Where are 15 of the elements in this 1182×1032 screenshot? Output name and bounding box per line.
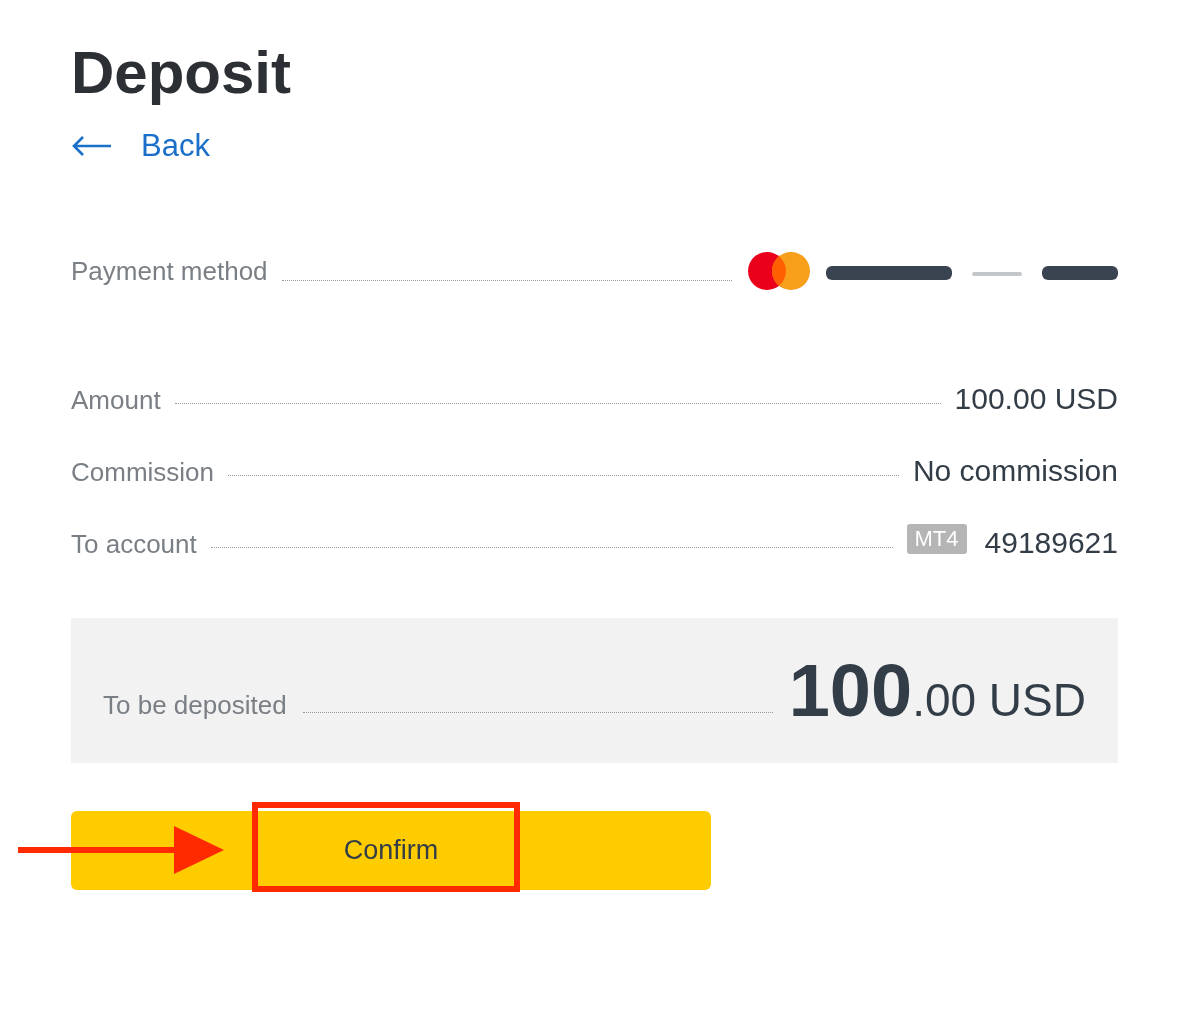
- total-label: To be deposited: [103, 690, 287, 721]
- row-label: Payment method: [71, 255, 268, 287]
- row-value: No commission: [912, 454, 1118, 488]
- row-label: Amount: [71, 385, 161, 416]
- row-label: To account: [71, 529, 197, 560]
- total-amount: 100.00 USD: [788, 648, 1086, 733]
- row-label: Commission: [71, 457, 215, 488]
- page-title: Deposit: [71, 38, 293, 108]
- arrow-left-icon: [71, 135, 113, 157]
- row-value: 49189621: [984, 526, 1118, 560]
- row-value: 100.00 USD: [954, 382, 1118, 416]
- platform-badge: MT4: [906, 524, 967, 554]
- confirm-button[interactable]: Confirm: [71, 811, 711, 890]
- back-link[interactable]: Back: [71, 128, 210, 164]
- card-logo-icon: [746, 251, 812, 291]
